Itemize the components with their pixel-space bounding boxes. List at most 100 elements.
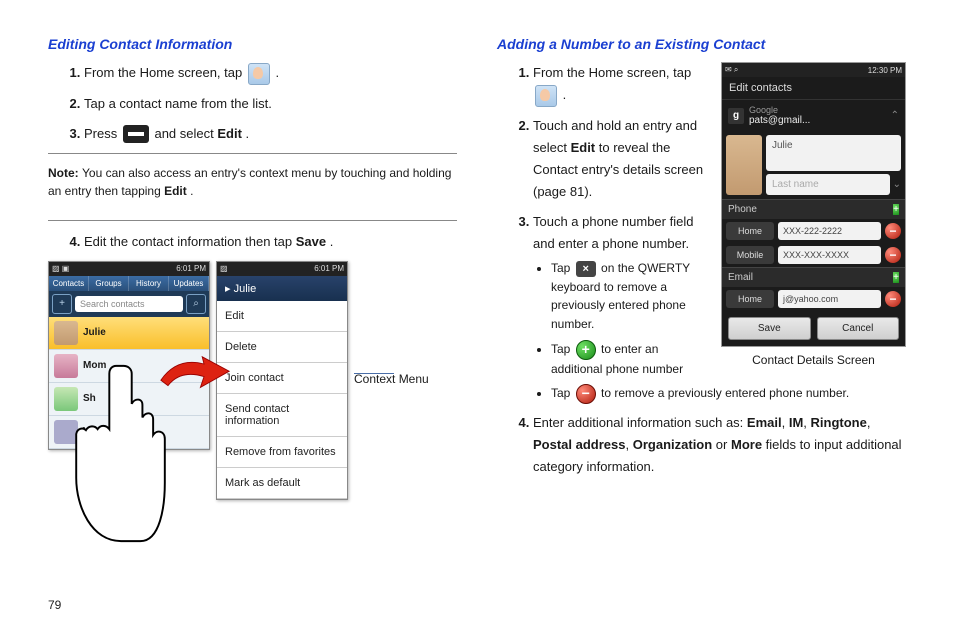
phone-value-mobile[interactable]: XXX-XXX-XXXX xyxy=(778,246,881,264)
tab-contacts[interactable]: Contacts xyxy=(49,276,89,291)
section-title-adding: Adding a Number to an Existing Contact xyxy=(497,36,906,52)
page-number: 79 xyxy=(48,598,61,612)
note-label: Note: xyxy=(48,166,82,180)
statusbar: ✉ ⌕ 12:30 PM xyxy=(722,63,905,77)
status-icons: ▨ ▣ xyxy=(52,264,69,273)
add-email-icon[interactable]: + xyxy=(893,272,899,283)
statusbar: ▨ ▣ 6:01 PM xyxy=(49,262,209,276)
bullet-plus-a: Tap xyxy=(551,342,574,356)
step-3-text-a: Press xyxy=(84,126,121,141)
field-more: More xyxy=(731,437,762,452)
remove-phone-icon[interactable]: − xyxy=(885,223,901,239)
field-ringtone: Ringtone xyxy=(811,415,867,430)
field-org: Organization xyxy=(633,437,712,452)
minus-icon: − xyxy=(576,384,596,404)
bullet-x-a: Tap xyxy=(551,261,574,275)
step-3-text-d: . xyxy=(246,126,250,141)
step-3-text-b: and select xyxy=(154,126,217,141)
statusbar: ▨ 6:01 PM xyxy=(217,262,347,276)
google-icon: g xyxy=(728,108,744,124)
email-section-label: Email xyxy=(728,272,753,283)
steps-left: From the Home screen, tap . Tap a contac… xyxy=(48,62,457,145)
save-button[interactable]: Save xyxy=(728,317,811,340)
ctx-item-delete[interactable]: Delete xyxy=(217,332,347,363)
context-menu-caption: Context Menu xyxy=(354,372,429,388)
ctx-item-edit[interactable]: Edit xyxy=(217,301,347,332)
last-name-input[interactable]: Last name xyxy=(766,174,890,195)
tab-history[interactable]: History xyxy=(129,276,169,291)
note-body-c: . xyxy=(190,184,193,198)
chevron-up-icon: ⌃ xyxy=(891,110,899,121)
remove-email-icon[interactable]: − xyxy=(885,291,901,307)
contact-photo[interactable] xyxy=(726,135,762,195)
step-r2-edit: Edit xyxy=(571,140,596,155)
phone-value-home[interactable]: XXX-222-2222 xyxy=(778,222,881,240)
email-value[interactable]: j@yahoo.com xyxy=(778,290,881,308)
phone-row-mobile: Mobile XXX-XXX-XXXX − xyxy=(722,243,905,267)
step-3-edit: Edit xyxy=(217,126,242,141)
search-icon[interactable]: ⌕ xyxy=(186,294,206,314)
status-time: 6:01 PM xyxy=(314,264,344,273)
status-icons: ▨ xyxy=(220,264,228,273)
step-r4: Enter additional information such as: Em… xyxy=(533,412,906,478)
search-row: + Search contacts ⌕ xyxy=(49,291,209,317)
status-time: 12:30 PM xyxy=(868,66,902,75)
red-arrow-icon xyxy=(156,355,234,391)
status-time: 6:01 PM xyxy=(176,264,206,273)
status-icons: ✉ ⌕ xyxy=(725,65,738,75)
menu-icon xyxy=(123,125,149,143)
step-4-text-a: Edit the contact information then tap xyxy=(84,234,296,249)
contacts-list-screenshot: ▨ ▣ 6:01 PM Contacts Groups History Upda… xyxy=(48,261,210,450)
edit-screen-figure: ✉ ⌕ 12:30 PM Edit contacts g Google pats… xyxy=(721,62,906,367)
context-menu-header: ▸ Julie xyxy=(217,276,347,301)
phone-section-label: Phone xyxy=(728,204,757,215)
add-contact-icon[interactable]: + xyxy=(52,294,72,314)
step-4: Edit the contact information then tap Sa… xyxy=(84,231,457,253)
tab-updates[interactable]: Updates xyxy=(169,276,209,291)
step-1: From the Home screen, tap . xyxy=(84,62,457,85)
tab-strip: Contacts Groups History Updates xyxy=(49,276,209,291)
first-name-input[interactable]: Julie xyxy=(766,135,901,171)
add-phone-icon[interactable]: + xyxy=(893,204,899,215)
step-r4-a: Enter additional information such as: xyxy=(533,415,747,430)
step-r1-a: From the Home screen, tap xyxy=(533,65,691,80)
google-label: Google xyxy=(749,105,886,115)
ctx-item-join[interactable]: Join contact xyxy=(217,363,347,394)
contact-row-julie[interactable]: Julie xyxy=(49,317,209,350)
ctx-item-send[interactable]: Send contact information xyxy=(217,394,347,437)
figure-row: ▨ ▣ 6:01 PM Contacts Groups History Upda… xyxy=(48,261,457,500)
field-postal: Postal address xyxy=(533,437,626,452)
divider-top xyxy=(48,153,457,154)
search-input[interactable]: Search contacts xyxy=(75,296,183,312)
cancel-button[interactable]: Cancel xyxy=(817,317,900,340)
tab-groups[interactable]: Groups xyxy=(89,276,129,291)
edit-title: Edit contacts xyxy=(722,77,905,100)
divider-bottom xyxy=(48,220,457,221)
bullet-minus-a: Tap xyxy=(551,386,574,400)
step-3: Press and select Edit . xyxy=(84,123,457,145)
plus-icon: + xyxy=(576,340,596,360)
bullet-minus-b: to remove a previously entered phone num… xyxy=(601,386,849,400)
step-r3-text: Touch a phone number field and enter a p… xyxy=(533,214,693,251)
note: Note: You can also access an entry's con… xyxy=(48,164,457,208)
context-menu-caption-wrap: Context Menu xyxy=(354,261,429,388)
ctx-item-default[interactable]: Mark as default xyxy=(217,468,347,499)
google-value: pats@gmail... xyxy=(749,115,886,126)
ctx-item-remove-fav[interactable]: Remove from favorites xyxy=(217,437,347,468)
remove-phone-icon[interactable]: − xyxy=(885,247,901,263)
phone-type-mobile[interactable]: Mobile xyxy=(726,246,774,264)
phone-type-home[interactable]: Home xyxy=(726,222,774,240)
save-cancel-row: Save Cancel xyxy=(722,311,905,346)
avatar xyxy=(54,321,78,345)
step-4-save: Save xyxy=(296,234,326,249)
email-type[interactable]: Home xyxy=(726,290,774,308)
edit-screen-caption: Contact Details Screen xyxy=(721,353,906,367)
step-2: Tap a contact name from the list. xyxy=(84,93,457,115)
step-4-text-c: . xyxy=(330,234,334,249)
step-1-text-b: . xyxy=(275,65,279,80)
contacts-app-icon xyxy=(535,85,557,107)
bullet-minus: Tap − to remove a previously entered pho… xyxy=(551,384,906,404)
google-account-row[interactable]: g Google pats@gmail... ⌃ xyxy=(722,100,905,131)
phone-row-home: Home XXX-222-2222 − xyxy=(722,219,905,243)
chevron-down-icon[interactable]: ⌄ xyxy=(893,179,901,190)
